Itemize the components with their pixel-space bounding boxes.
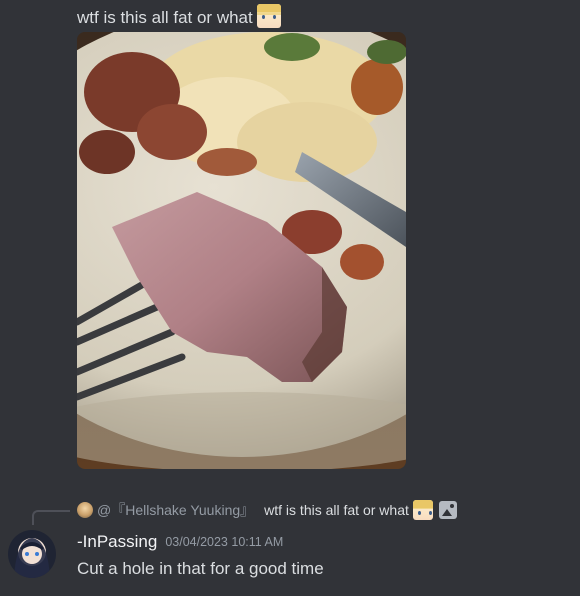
image-icon [438,501,457,519]
avatar-image [8,530,56,578]
image-attachment[interactable] [77,32,406,469]
chat-area: wtf is this all fat or what @『Hellshake … [0,0,580,596]
replied-user-avatar [77,502,93,518]
replied-message-text[interactable]: wtf is this all fat or what [264,502,409,518]
message-header: -InPassing 03/04/2023 10:11 AM [77,531,283,553]
message-timestamp: 03/04/2023 10:11 AM [165,535,284,549]
previous-message-content: wtf is this all fat or what [77,8,253,27]
previous-message-text: wtf is this all fat or what [77,4,281,30]
reply-preview[interactable]: @『Hellshake Yuuking』 wtf is this all fat… [77,500,457,520]
anime-face-emoji-icon [412,500,433,520]
food-photo [77,32,406,469]
avatar[interactable] [8,530,56,578]
reply-connector [32,510,70,525]
author-name[interactable]: -InPassing [77,532,157,551]
message-content: Cut a hole in that for a good time [77,559,324,578]
anime-face-emoji-icon [256,4,281,28]
replied-user-mention[interactable]: @『Hellshake Yuuking』 [97,500,254,520]
